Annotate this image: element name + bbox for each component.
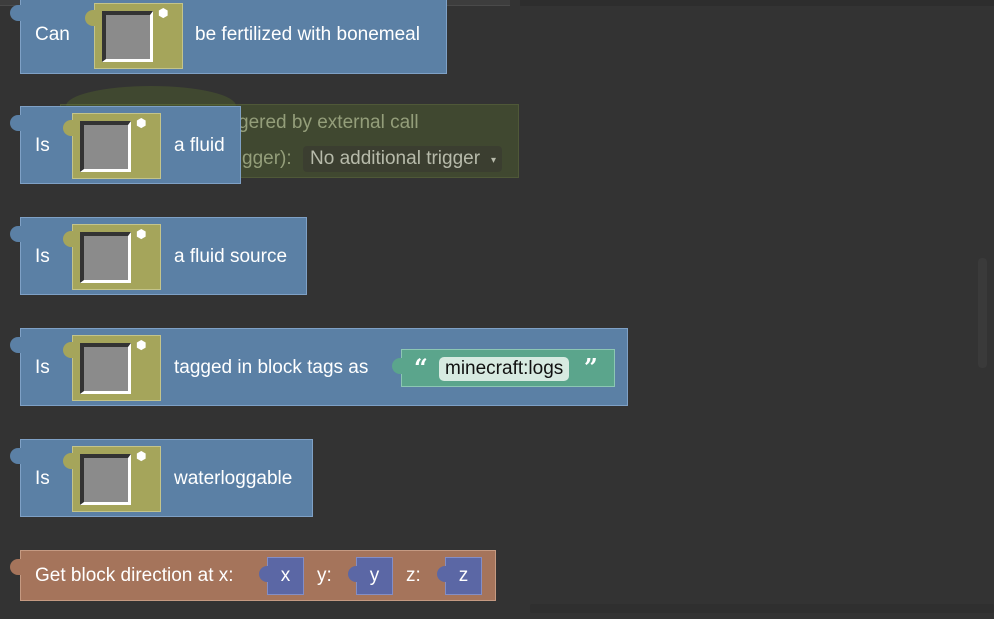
tag-text-field[interactable]: minecraft:logs <box>439 357 570 381</box>
cube-icon: ⬢ <box>136 116 147 130</box>
block-label-suffix: a fluid source <box>174 246 288 267</box>
item-slot-connector <box>85 10 95 26</box>
ghost-event-title: gered by external call <box>238 112 419 133</box>
block-connector <box>10 337 21 353</box>
z-variable-label: z <box>458 565 469 586</box>
x-variable-block[interactable]: x <box>259 557 304 595</box>
item-slot-connector <box>63 231 73 247</box>
block-get-direction[interactable]: Get block direction at x: x y: y z: z <box>10 550 496 601</box>
var-connector <box>259 566 268 582</box>
block-connector <box>10 448 21 464</box>
y-label: y: <box>317 565 332 586</box>
ghost-event-subtitle: gger): <box>242 148 292 169</box>
item-frame[interactable] <box>80 343 131 394</box>
item-frame[interactable] <box>102 11 153 62</box>
var-connector <box>437 566 446 582</box>
cube-icon: ⬢ <box>136 449 147 463</box>
block-label-prefix: Is <box>35 357 50 378</box>
block-label-prefix: Is <box>35 135 50 156</box>
item-frame[interactable] <box>80 232 131 283</box>
block-is-fluid[interactable]: Is ⬢ a fluid <box>10 106 241 184</box>
block-connector <box>10 559 21 575</box>
item-frame[interactable] <box>80 454 131 505</box>
item-slot[interactable]: ⬢ <box>63 224 161 290</box>
direction-label: Get block direction at x: <box>35 565 234 586</box>
cube-icon: ⬢ <box>158 6 169 20</box>
item-slot[interactable]: ⬢ <box>85 3 183 69</box>
item-slot-connector <box>63 120 73 136</box>
block-can-be-fertilized[interactable]: Can ⬢ be fertilized with bonemeal <box>10 0 447 74</box>
block-label-suffix: tagged in block tags as <box>174 357 369 378</box>
item-slot-connector <box>63 342 73 358</box>
block-is-tagged[interactable]: Is ⬢ tagged in block tags as “ minecraft… <box>10 328 628 406</box>
item-slot[interactable]: ⬢ <box>63 113 161 179</box>
block-label-prefix: Can <box>35 24 70 45</box>
blockly-workspace[interactable]: gered by external call gger): No additio… <box>0 0 994 619</box>
block-is-fluid-source[interactable]: Is ⬢ a fluid source <box>10 217 307 295</box>
block-connector <box>10 115 21 131</box>
workspace-header-strip <box>520 0 994 6</box>
vertical-scrollbar[interactable] <box>978 258 987 368</box>
block-is-waterloggable[interactable]: Is ⬢ waterloggable <box>10 439 313 517</box>
block-label-prefix: Is <box>35 246 50 267</box>
trigger-dropdown-value: No additional trigger <box>310 148 481 169</box>
item-slot[interactable]: ⬢ <box>63 446 161 512</box>
text-string-block[interactable]: “ minecraft:logs ” <box>392 349 615 387</box>
close-quote-icon: ” <box>584 353 598 382</box>
trigger-dropdown[interactable]: No additional trigger ▾ <box>303 146 503 172</box>
dropdown-arrow-icon: ▾ <box>491 155 497 166</box>
item-slot-connector <box>63 453 73 469</box>
string-connector <box>392 358 402 374</box>
cube-icon: ⬢ <box>136 227 147 241</box>
horizontal-scrollbar[interactable] <box>530 604 994 613</box>
item-frame[interactable] <box>80 121 131 172</box>
block-label-prefix: Is <box>35 468 50 489</box>
block-label-suffix: a fluid <box>174 135 225 156</box>
x-variable-label: x <box>280 565 291 586</box>
y-variable-block[interactable]: y <box>348 557 393 595</box>
block-label-suffix: waterloggable <box>174 468 293 489</box>
block-connector <box>10 226 21 242</box>
block-connector <box>10 5 21 21</box>
z-variable-block[interactable]: z <box>437 557 482 595</box>
cube-icon: ⬢ <box>136 338 147 352</box>
item-slot[interactable]: ⬢ <box>63 335 161 401</box>
z-label: z: <box>406 565 421 586</box>
block-label-suffix: be fertilized with bonemeal <box>195 24 420 45</box>
var-connector <box>348 566 357 582</box>
open-quote-icon: “ <box>414 353 428 382</box>
y-variable-label: y <box>369 565 380 586</box>
